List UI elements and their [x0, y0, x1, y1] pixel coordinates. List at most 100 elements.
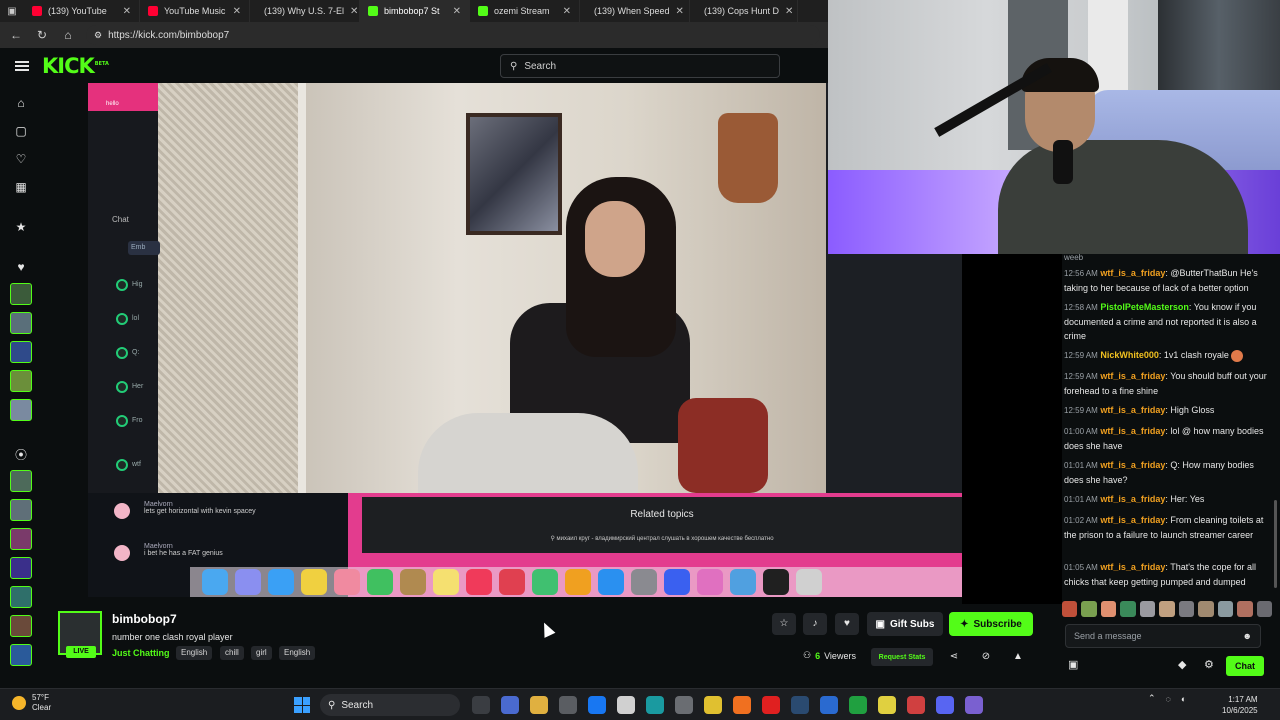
chat-username[interactable]: wtf_is_a_friday: [1100, 268, 1165, 278]
app-icon[interactable]: [907, 696, 925, 714]
file-explorer-icon[interactable]: [530, 696, 548, 714]
stream-tag[interactable]: girl: [251, 646, 272, 660]
stream-category[interactable]: Just Chatting: [112, 648, 170, 658]
notes-icon[interactable]: [878, 696, 896, 714]
recommended-channel-avatar[interactable]: [10, 557, 32, 579]
app-icon[interactable]: [733, 696, 751, 714]
reload-icon[interactable]: ↻: [34, 28, 50, 42]
followed-channel-avatar[interactable]: [10, 341, 32, 363]
copilot-icon[interactable]: [501, 696, 519, 714]
emoji-picker-icon[interactable]: ☻: [1243, 631, 1252, 641]
close-icon[interactable]: ✕: [123, 6, 131, 17]
amazon-icon[interactable]: [617, 696, 635, 714]
followed-channel-avatar[interactable]: [10, 283, 32, 305]
stream-tag[interactable]: English: [279, 646, 316, 660]
categories-icon[interactable]: ▦: [14, 180, 28, 194]
stream-tag[interactable]: English: [176, 646, 213, 660]
microsoft-store-icon[interactable]: [559, 696, 577, 714]
windows-start-icon[interactable]: [294, 697, 310, 713]
app-icon[interactable]: [965, 696, 983, 714]
browser-tab[interactable]: (139) Cops Hunt D ✕: [690, 0, 798, 22]
home-icon[interactable]: ⌂: [14, 96, 28, 110]
tray-volume-icon[interactable]: ◐: [1181, 694, 1186, 704]
taskbar-search[interactable]: ⚲ Search: [320, 694, 460, 716]
channel-name[interactable]: bimbobop7: [112, 612, 177, 626]
chat-username[interactable]: NickWhite000: [1100, 350, 1159, 360]
followed-channel-avatar[interactable]: [10, 399, 32, 421]
browser-tab[interactable]: ozemi Stream ✕: [470, 0, 580, 22]
following-icon[interactable]: ♥: [14, 260, 28, 274]
recommended-star-icon[interactable]: ★: [14, 220, 28, 234]
emote-icon[interactable]: [1139, 601, 1156, 617]
chat-username[interactable]: wtf_is_a_friday: [1100, 371, 1165, 381]
browse-icon[interactable]: ▢: [14, 124, 28, 138]
emote-icon[interactable]: [1159, 601, 1175, 617]
chat-username[interactable]: PistolPeteMasterson: [1100, 302, 1189, 312]
chat-input[interactable]: Send a message ☻: [1065, 624, 1261, 648]
weather-widget[interactable]: 57°F Clear: [12, 693, 51, 713]
browser-tab[interactable]: (139) When Speed ✕: [580, 0, 690, 22]
tray-wifi-icon[interactable]: ◌: [1166, 694, 1171, 704]
emote-icon[interactable]: [1062, 601, 1078, 617]
request-stats-button[interactable]: Request Stats: [871, 648, 933, 666]
calculator-icon[interactable]: [675, 696, 693, 714]
share-icon[interactable]: ⋖: [947, 650, 961, 664]
emote-icon[interactable]: [1217, 601, 1234, 617]
live-broadcast-icon[interactable]: ⦿: [14, 448, 28, 462]
gift-box-icon[interactable]: ▣: [1068, 658, 1078, 671]
xbox-icon[interactable]: [849, 696, 867, 714]
report-warning-icon[interactable]: ▲: [1011, 650, 1025, 664]
close-icon[interactable]: ✕: [563, 6, 571, 17]
menu-icon[interactable]: [15, 61, 29, 71]
tab-actions-icon[interactable]: ▣: [0, 0, 24, 22]
task-view-icon[interactable]: [472, 696, 490, 714]
chat-username[interactable]: wtf_is_a_friday: [1100, 562, 1165, 572]
emote-icon[interactable]: [1256, 601, 1272, 617]
stream-tag[interactable]: chill: [220, 646, 244, 660]
close-icon[interactable]: ✕: [233, 6, 241, 17]
browser-tab[interactable]: YouTube Music ✕: [140, 0, 250, 22]
close-icon[interactable]: ✕: [785, 6, 793, 17]
chat-username[interactable]: wtf_is_a_friday: [1100, 494, 1165, 504]
discord-icon[interactable]: [936, 696, 954, 714]
edge-icon[interactable]: [646, 696, 664, 714]
close-icon[interactable]: ✕: [453, 6, 461, 17]
chrome-icon[interactable]: [704, 696, 722, 714]
site-info-icon[interactable]: ⚙: [94, 30, 102, 41]
home-icon[interactable]: ⌂: [60, 28, 76, 42]
close-icon[interactable]: ✕: [676, 6, 684, 17]
recommended-channel-avatar[interactable]: [10, 615, 32, 637]
search-input[interactable]: ⚲ Search: [500, 54, 780, 78]
kick-logo[interactable]: KICKBETA: [42, 54, 109, 78]
chat-username[interactable]: wtf_is_a_friday: [1100, 405, 1165, 415]
app-icon[interactable]: [820, 696, 838, 714]
chat-send-button[interactable]: Chat: [1226, 656, 1264, 676]
chat-username[interactable]: wtf_is_a_friday: [1100, 460, 1165, 470]
chat-settings-icon[interactable]: ⚙: [1204, 658, 1214, 671]
emote-icon[interactable]: [1178, 601, 1195, 617]
recommended-channel-avatar[interactable]: [10, 470, 32, 492]
emote-icon[interactable]: [1237, 601, 1253, 617]
browser-tab-active[interactable]: bimbobop7 St ✕: [360, 0, 470, 22]
back-icon[interactable]: ←: [8, 28, 24, 42]
tray-chevron-icon[interactable]: ⌃: [1148, 693, 1156, 704]
emote-icon[interactable]: [1120, 601, 1136, 617]
notification-bell-icon[interactable]: ♪: [803, 613, 827, 635]
favorite-star-icon[interactable]: ☆: [772, 613, 796, 635]
recommended-channel-avatar[interactable]: [10, 528, 32, 550]
steam-icon[interactable]: [791, 696, 809, 714]
gift-subs-button[interactable]: ▣ Gift Subs: [867, 612, 943, 636]
followed-channel-avatar[interactable]: [10, 370, 32, 392]
emote-icon[interactable]: [1081, 601, 1097, 617]
close-icon[interactable]: ✕: [350, 6, 358, 17]
browser-tab[interactable]: (139) YouTube ✕: [24, 0, 140, 22]
chat-scrollbar[interactable]: [1274, 500, 1277, 588]
hide-icon[interactable]: ⊘: [979, 650, 993, 664]
recommended-channel-avatar[interactable]: [10, 499, 32, 521]
following-heart-icon[interactable]: ♡: [14, 152, 28, 166]
facebook-icon[interactable]: [588, 696, 606, 714]
url-field[interactable]: ⚙ https://kick.com/bimbobop7: [86, 25, 820, 45]
browser-tab[interactable]: (139) Why U.S. 7-El ✕: [250, 0, 360, 22]
emote-icon[interactable]: [1198, 601, 1214, 617]
chat-username[interactable]: wtf_is_a_friday: [1100, 515, 1165, 525]
